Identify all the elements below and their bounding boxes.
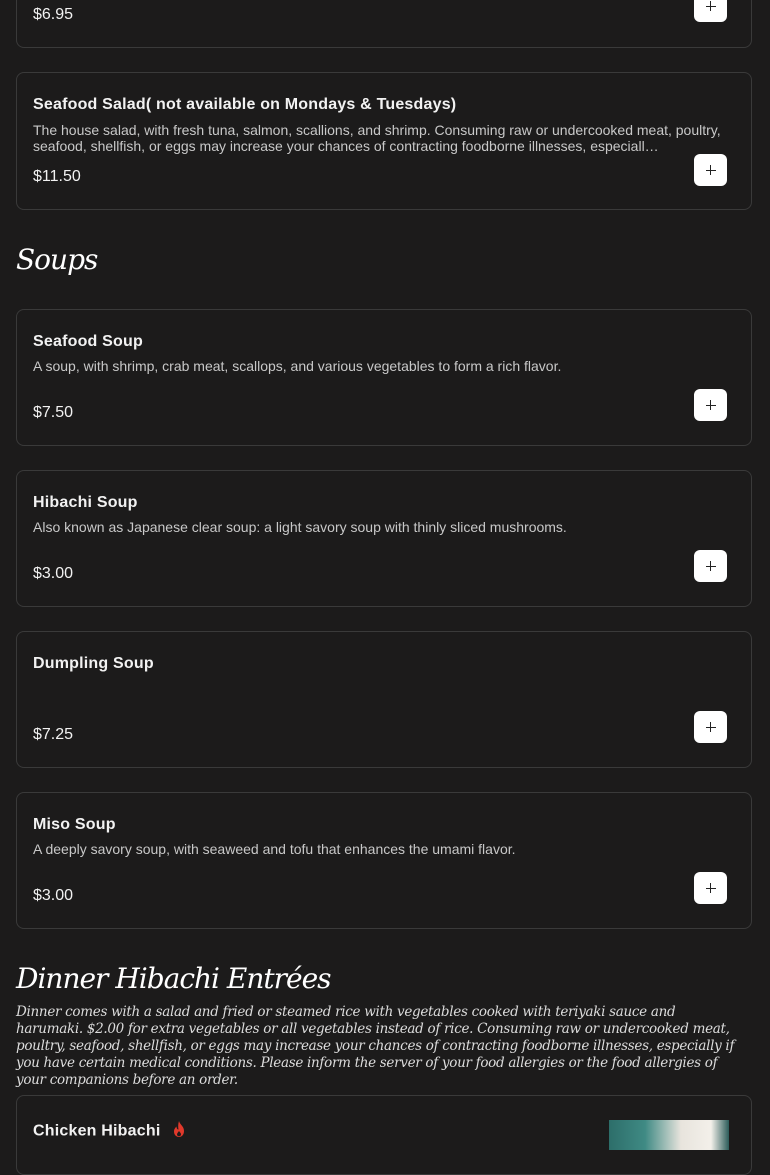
item-price: $7.25 bbox=[33, 726, 74, 743]
menu-item-card[interactable]: Hibachi Soup Also known as Japanese clea… bbox=[16, 470, 752, 607]
item-description: A soup, with shrimp, crab meat, scallops… bbox=[33, 358, 562, 374]
add-to-cart-button[interactable] bbox=[694, 0, 727, 22]
menu-item-card[interactable]: Dumpling Soup $7.25 bbox=[16, 631, 752, 768]
add-to-cart-button[interactable] bbox=[694, 389, 727, 421]
item-price: $7.50 bbox=[33, 404, 74, 421]
add-to-cart-button[interactable] bbox=[694, 872, 727, 904]
item-price: $3.00 bbox=[33, 887, 74, 904]
item-name: Miso Soup bbox=[33, 816, 116, 833]
menu-item-card[interactable]: Chicken Hibachi bbox=[16, 1095, 752, 1175]
section-description: Dinner comes with a salad and fried or s… bbox=[16, 1004, 735, 1088]
plus-icon bbox=[705, 561, 716, 571]
plus-icon bbox=[705, 400, 716, 410]
item-name: Hibachi Soup bbox=[33, 494, 138, 511]
item-name: Seafood Salad( not available on Mondays … bbox=[33, 96, 457, 113]
item-name: Dumpling Soup bbox=[33, 655, 154, 672]
item-description: Also known as Japanese clear soup: a lig… bbox=[33, 519, 567, 535]
plus-icon bbox=[705, 1, 716, 11]
menu-item-card[interactable]: Seafood Salad( not available on Mondays … bbox=[16, 72, 752, 210]
item-price: $6.95 bbox=[33, 6, 74, 23]
item-name: Seafood Soup bbox=[33, 333, 143, 350]
item-thumbnail-image bbox=[609, 1120, 729, 1150]
flame-icon bbox=[171, 1120, 187, 1143]
add-to-cart-button[interactable] bbox=[694, 154, 727, 186]
section-title-dinner-hibachi: Dinner Hibachi Entrées bbox=[16, 962, 332, 995]
item-name-text: Chicken Hibachi bbox=[33, 1122, 161, 1140]
plus-icon bbox=[705, 722, 716, 732]
item-price: $3.00 bbox=[33, 565, 74, 582]
add-to-cart-button[interactable] bbox=[694, 711, 727, 743]
item-name: Chicken Hibachi bbox=[33, 1120, 187, 1143]
menu-item-card[interactable]: $6.95 bbox=[16, 0, 752, 48]
menu-item-card[interactable]: Miso Soup A deeply savory soup, with sea… bbox=[16, 792, 752, 929]
plus-icon bbox=[705, 883, 716, 893]
item-description: The house salad, with fresh tuna, salmon… bbox=[33, 122, 721, 154]
item-price: $11.50 bbox=[33, 168, 81, 185]
item-description: A deeply savory soup, with seaweed and t… bbox=[33, 841, 516, 857]
add-to-cart-button[interactable] bbox=[694, 550, 727, 582]
plus-icon bbox=[705, 165, 716, 175]
menu-item-card[interactable]: Seafood Soup A soup, with shrimp, crab m… bbox=[16, 309, 752, 446]
section-title-soups: Soups bbox=[16, 243, 98, 276]
